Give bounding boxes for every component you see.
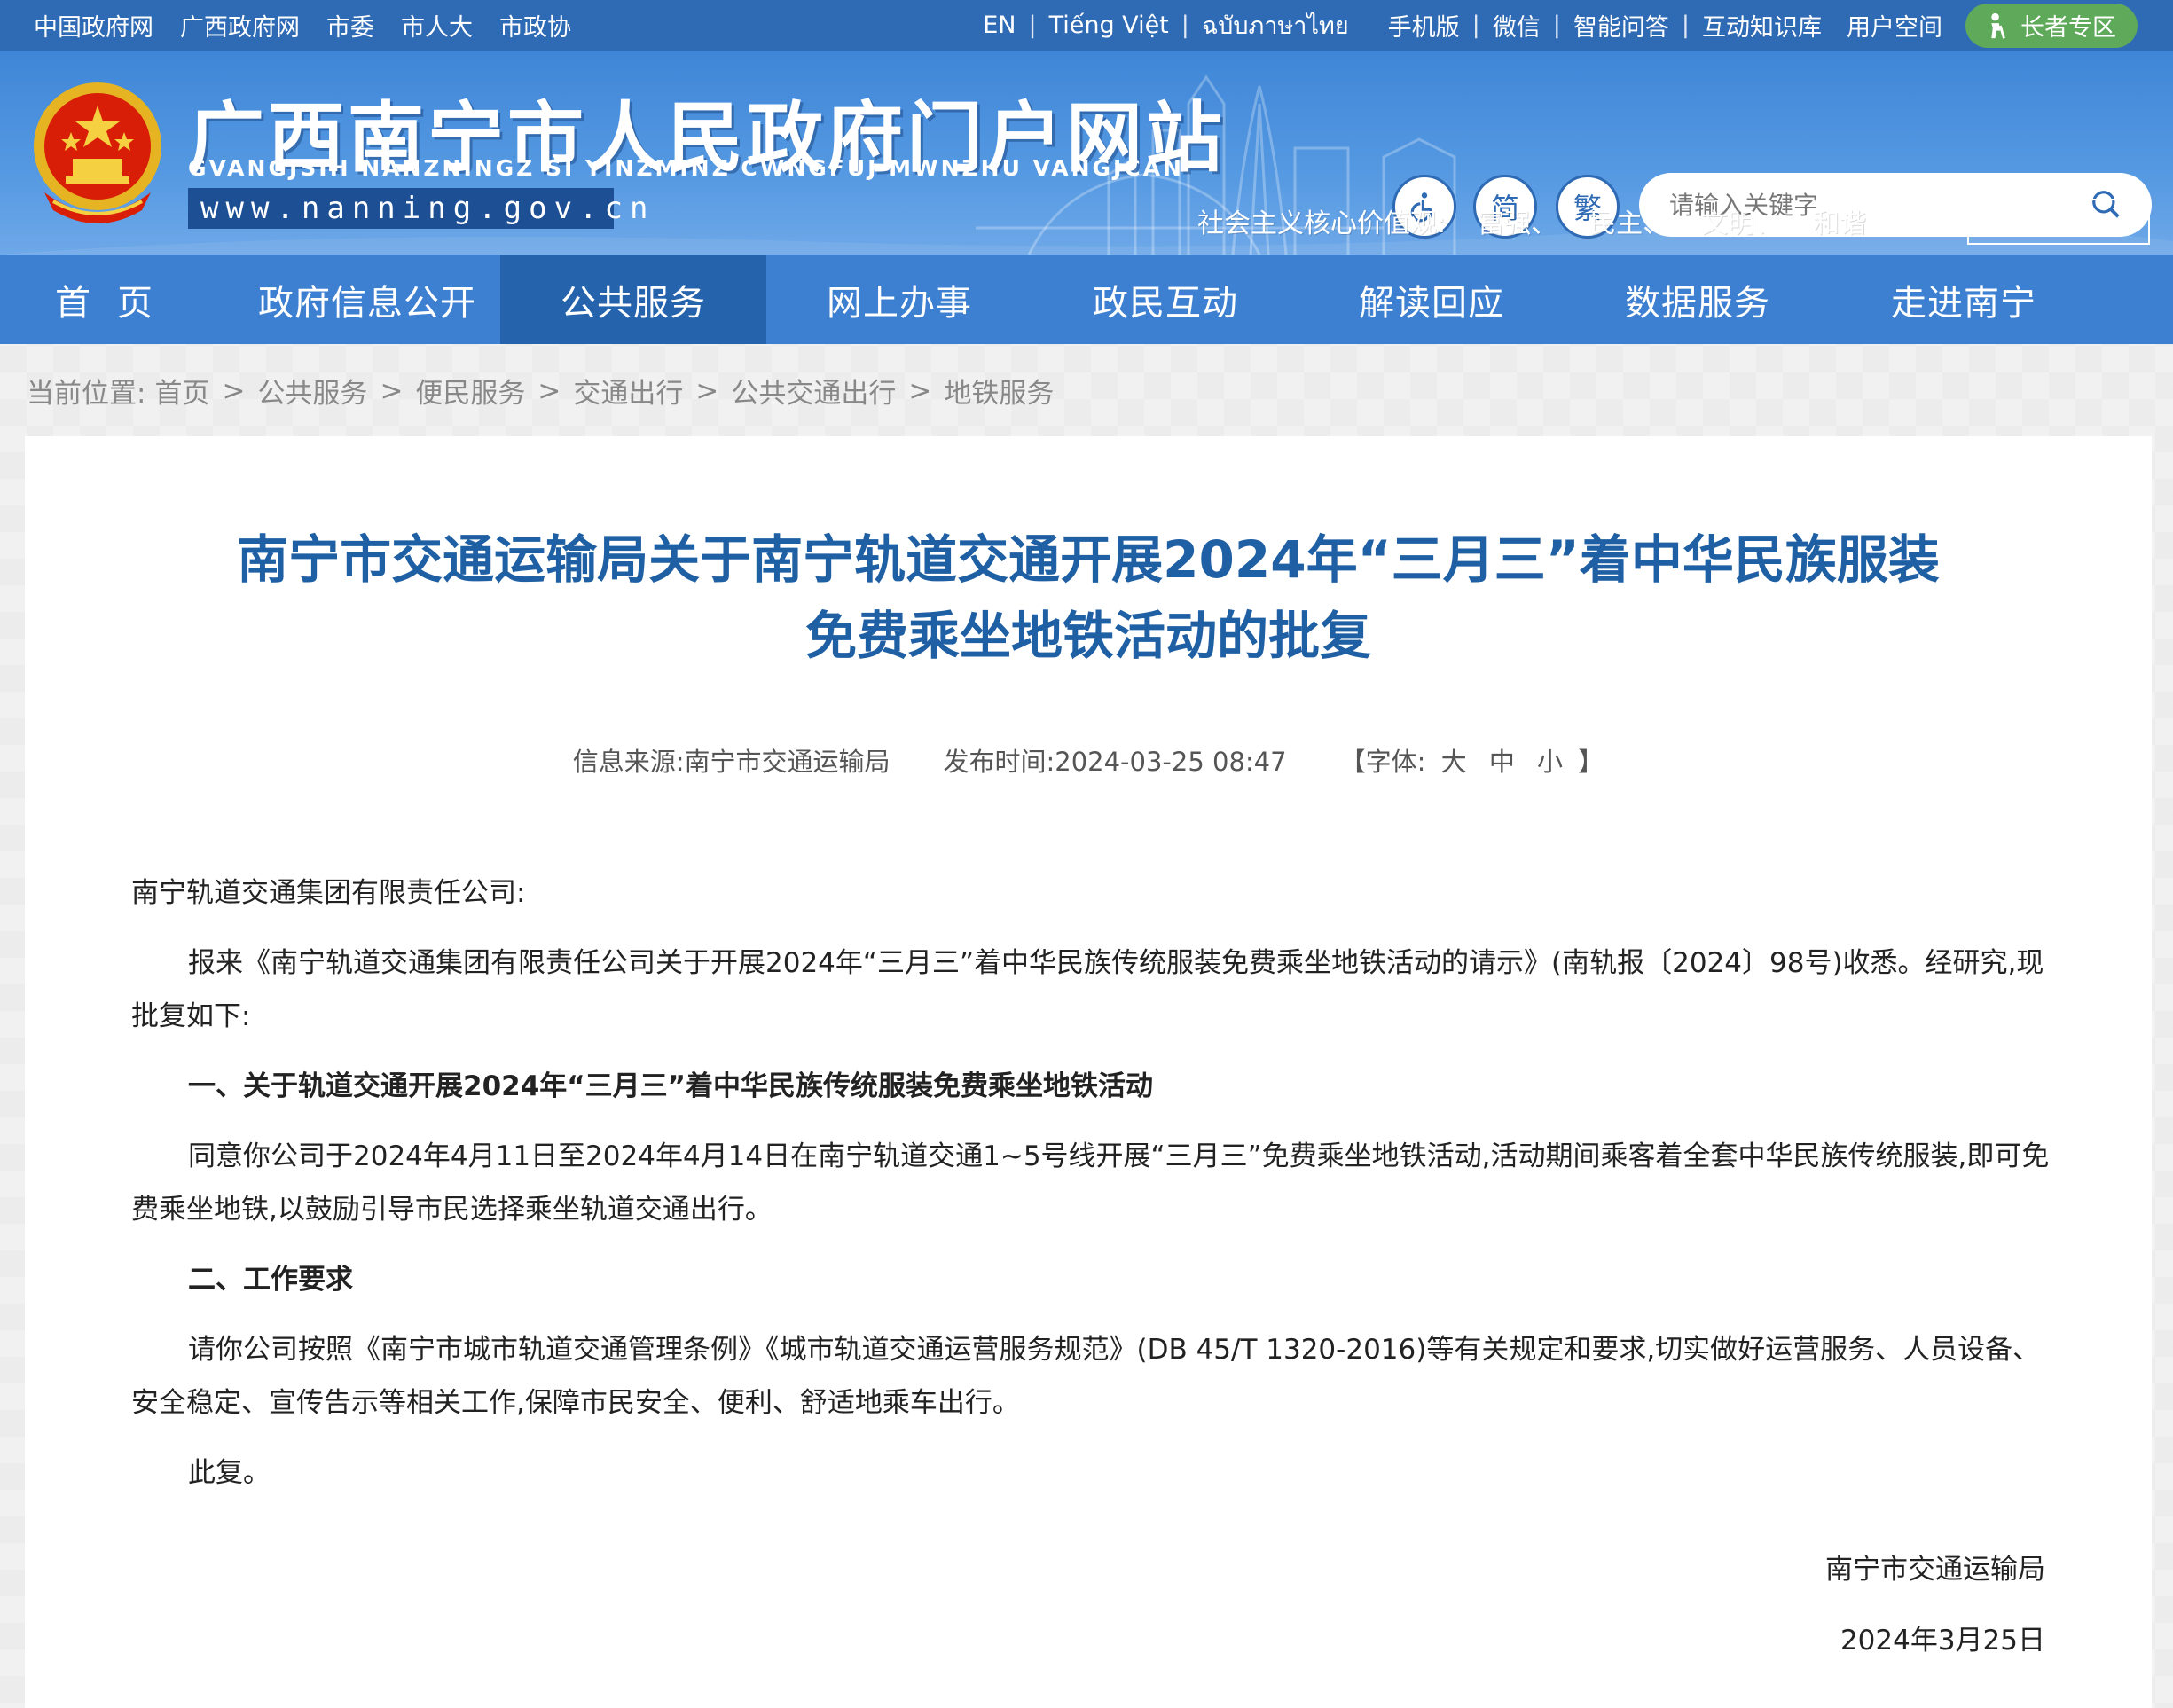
signature-date: 2024年3月25日 xyxy=(1840,1625,2045,1657)
publish-time: 发布时间:2024-03-25 08:47 xyxy=(943,747,1287,777)
breadcrumb-public-service[interactable]: 公共服务 xyxy=(257,371,367,411)
font-size-small[interactable]: 小 xyxy=(1537,747,1563,777)
main-nav: 首页 政府信息公开 公共服务 网上办事 政民互动 解读回应 数据服务 走进南宁 xyxy=(0,255,2173,344)
paragraph-requirements: 请你公司按照《南宁市城市轨道交通管理条例》《城市轨道交通运营服务规范》(DB 4… xyxy=(131,1334,2041,1419)
breadcrumb-separator: > xyxy=(537,374,561,407)
core-values: 社会主义核心价值观: 富强、 民主、 文明、 和谐 xyxy=(1197,201,1866,240)
nav-data-service[interactable]: 数据服务 xyxy=(1565,255,1831,344)
link-vietnamese[interactable]: Tiếng Việt xyxy=(1047,12,1171,39)
core-values-label: 社会主义核心价值观: xyxy=(1197,208,1447,239)
link-user-space[interactable]: 用户空间 xyxy=(1845,8,1944,43)
font-size-end: 】 xyxy=(1578,747,1604,777)
breadcrumb-transport[interactable]: 交通出行 xyxy=(573,371,683,411)
breadcrumb-metro[interactable]: 地铁服务 xyxy=(944,371,1054,411)
site-subtitle: GVANGJSIH NANZNINGZ SI YINZMINZ CWNGFUJ … xyxy=(188,155,1184,181)
elder-person-icon xyxy=(1991,12,2005,39)
top-right-links: EN | Tiếng Việt | ฉบับภาษาไทย 手机版 | 微信 |… xyxy=(981,0,2138,51)
article-title-line1: 南宁市交通运输局关于南宁轨道交通开展2024年“三月三”着中华民族服装 xyxy=(237,529,1940,590)
core-value-item: 民主、 xyxy=(1589,208,1670,239)
breadcrumb-public-transport[interactable]: 公共交通出行 xyxy=(731,371,896,411)
font-size-switcher: 【字体: 大 中 小 】 xyxy=(1340,741,1604,779)
article-title-line2: 免费乘坐地铁活动的批复 xyxy=(804,606,1371,666)
link-city-cppcc[interactable]: 市政协 xyxy=(499,8,571,43)
link-city-committee[interactable]: 市委 xyxy=(326,8,374,43)
divider: | xyxy=(1028,12,1037,39)
closing-text: 此复。 xyxy=(188,1457,271,1489)
article-meta: 信息来源:南宁市交通运输局 发布时间:2024-03-25 08:47 【字体:… xyxy=(25,741,2152,779)
core-value-item: 和谐 xyxy=(1813,208,1867,239)
divider: | xyxy=(1181,12,1189,39)
ipv6-badge: 网站支持IPv6 xyxy=(1967,199,2150,245)
nav-interaction[interactable]: 政民互动 xyxy=(1032,255,1298,344)
paragraph-approval: 同意你公司于2024年4月11日至2024年4月14日在南宁轨道交通1~5号线开… xyxy=(131,1140,2050,1226)
breadcrumb-separator: > xyxy=(695,374,719,407)
paragraph-request: 报来《南宁轨道交通集团有限责任公司关于开展2024年“三月三”着中华民族传统服装… xyxy=(131,947,2044,1032)
breadcrumb-separator: > xyxy=(380,374,404,407)
national-emblem-icon xyxy=(34,82,161,223)
elder-zone-button[interactable]: 长者专区 xyxy=(1965,3,2138,48)
divider: | xyxy=(1552,12,1561,39)
font-size-medium[interactable]: 中 xyxy=(1489,747,1515,777)
section-heading-1: 一、关于轨道交通开展2024年“三月三”着中华民族传统服装免费乘坐地铁活动 xyxy=(188,1070,1154,1102)
salutation: 南宁轨道交通集团有限责任公司: xyxy=(131,877,526,909)
nav-about-nanning[interactable]: 走进南宁 xyxy=(1831,255,2097,344)
article-body: 南宁轨道交通集团有限责任公司: 报来《南宁轨道交通集团有限责任公司关于开展202… xyxy=(131,866,2065,1516)
link-city-npc[interactable]: 市人大 xyxy=(401,8,473,43)
elder-zone-label: 长者专区 xyxy=(2020,14,2116,42)
breadcrumb-convenience[interactable]: 便民服务 xyxy=(415,371,525,411)
link-english[interactable]: EN xyxy=(981,12,1017,39)
top-left-links: 中国政府网 广西政府网 市委 市人大 市政协 xyxy=(34,0,571,51)
link-gov-cn[interactable]: 中国政府网 xyxy=(34,8,153,43)
link-wechat[interactable]: 微信 xyxy=(1491,8,1542,43)
link-guangxi-gov[interactable]: 广西政府网 xyxy=(180,8,300,43)
site-url: www.nanning.gov.cn xyxy=(188,188,647,229)
site-banner: 广西南宁市人民政府门户网站 GVANGJSIH NANZNINGZ SI YIN… xyxy=(0,51,2173,255)
divider: | xyxy=(1681,12,1690,39)
breadcrumb: 当前位置: 首页 > 公共服务 > 便民服务 > 交通出行 > 公共交通出行 >… xyxy=(27,371,1054,411)
nav-home[interactable]: 首页 xyxy=(0,255,234,344)
link-knowledge-base[interactable]: 互动知识库 xyxy=(1700,8,1824,43)
section-heading-2: 二、工作要求 xyxy=(188,1264,353,1296)
font-size-label: 【字体: xyxy=(1339,747,1426,777)
core-value-item: 文明、 xyxy=(1701,208,1782,239)
nav-online-service[interactable]: 网上办事 xyxy=(766,255,1032,344)
breadcrumb-home[interactable]: 首页 xyxy=(154,371,209,411)
info-source: 信息来源:南宁市交通运输局 xyxy=(572,747,890,777)
link-smart-qa[interactable]: 智能问答 xyxy=(1572,8,1671,43)
breadcrumb-separator: > xyxy=(908,374,932,407)
top-link-bar: 中国政府网 广西政府网 市委 市人大 市政协 EN | Tiếng Việt |… xyxy=(0,0,2173,51)
font-size-large[interactable]: 大 xyxy=(1441,747,1467,777)
signature-block: 南宁市交通运输局 2024年3月25日 xyxy=(1825,1534,2045,1676)
divider: | xyxy=(1471,12,1480,39)
signature-org: 南宁市交通运输局 xyxy=(1825,1554,2045,1586)
breadcrumb-separator: > xyxy=(222,374,246,407)
article-panel: 南宁市交通运输局关于南宁轨道交通开展2024年“三月三”着中华民族服装 免费乘坐… xyxy=(25,436,2152,1708)
link-thai[interactable]: ฉบับภาษาไทย xyxy=(1200,6,1351,44)
link-mobile[interactable]: 手机版 xyxy=(1386,8,1462,43)
nav-interpretation[interactable]: 解读回应 xyxy=(1298,255,1565,344)
breadcrumb-label: 当前位置: xyxy=(27,378,146,410)
core-value-item: 富强、 xyxy=(1478,208,1558,239)
nav-gov-info[interactable]: 政府信息公开 xyxy=(234,255,500,344)
nav-public-service[interactable]: 公共服务 xyxy=(500,255,766,344)
article-title: 南宁市交通运输局关于南宁轨道交通开展2024年“三月三”着中华民族服装 免费乘坐… xyxy=(25,521,2152,674)
